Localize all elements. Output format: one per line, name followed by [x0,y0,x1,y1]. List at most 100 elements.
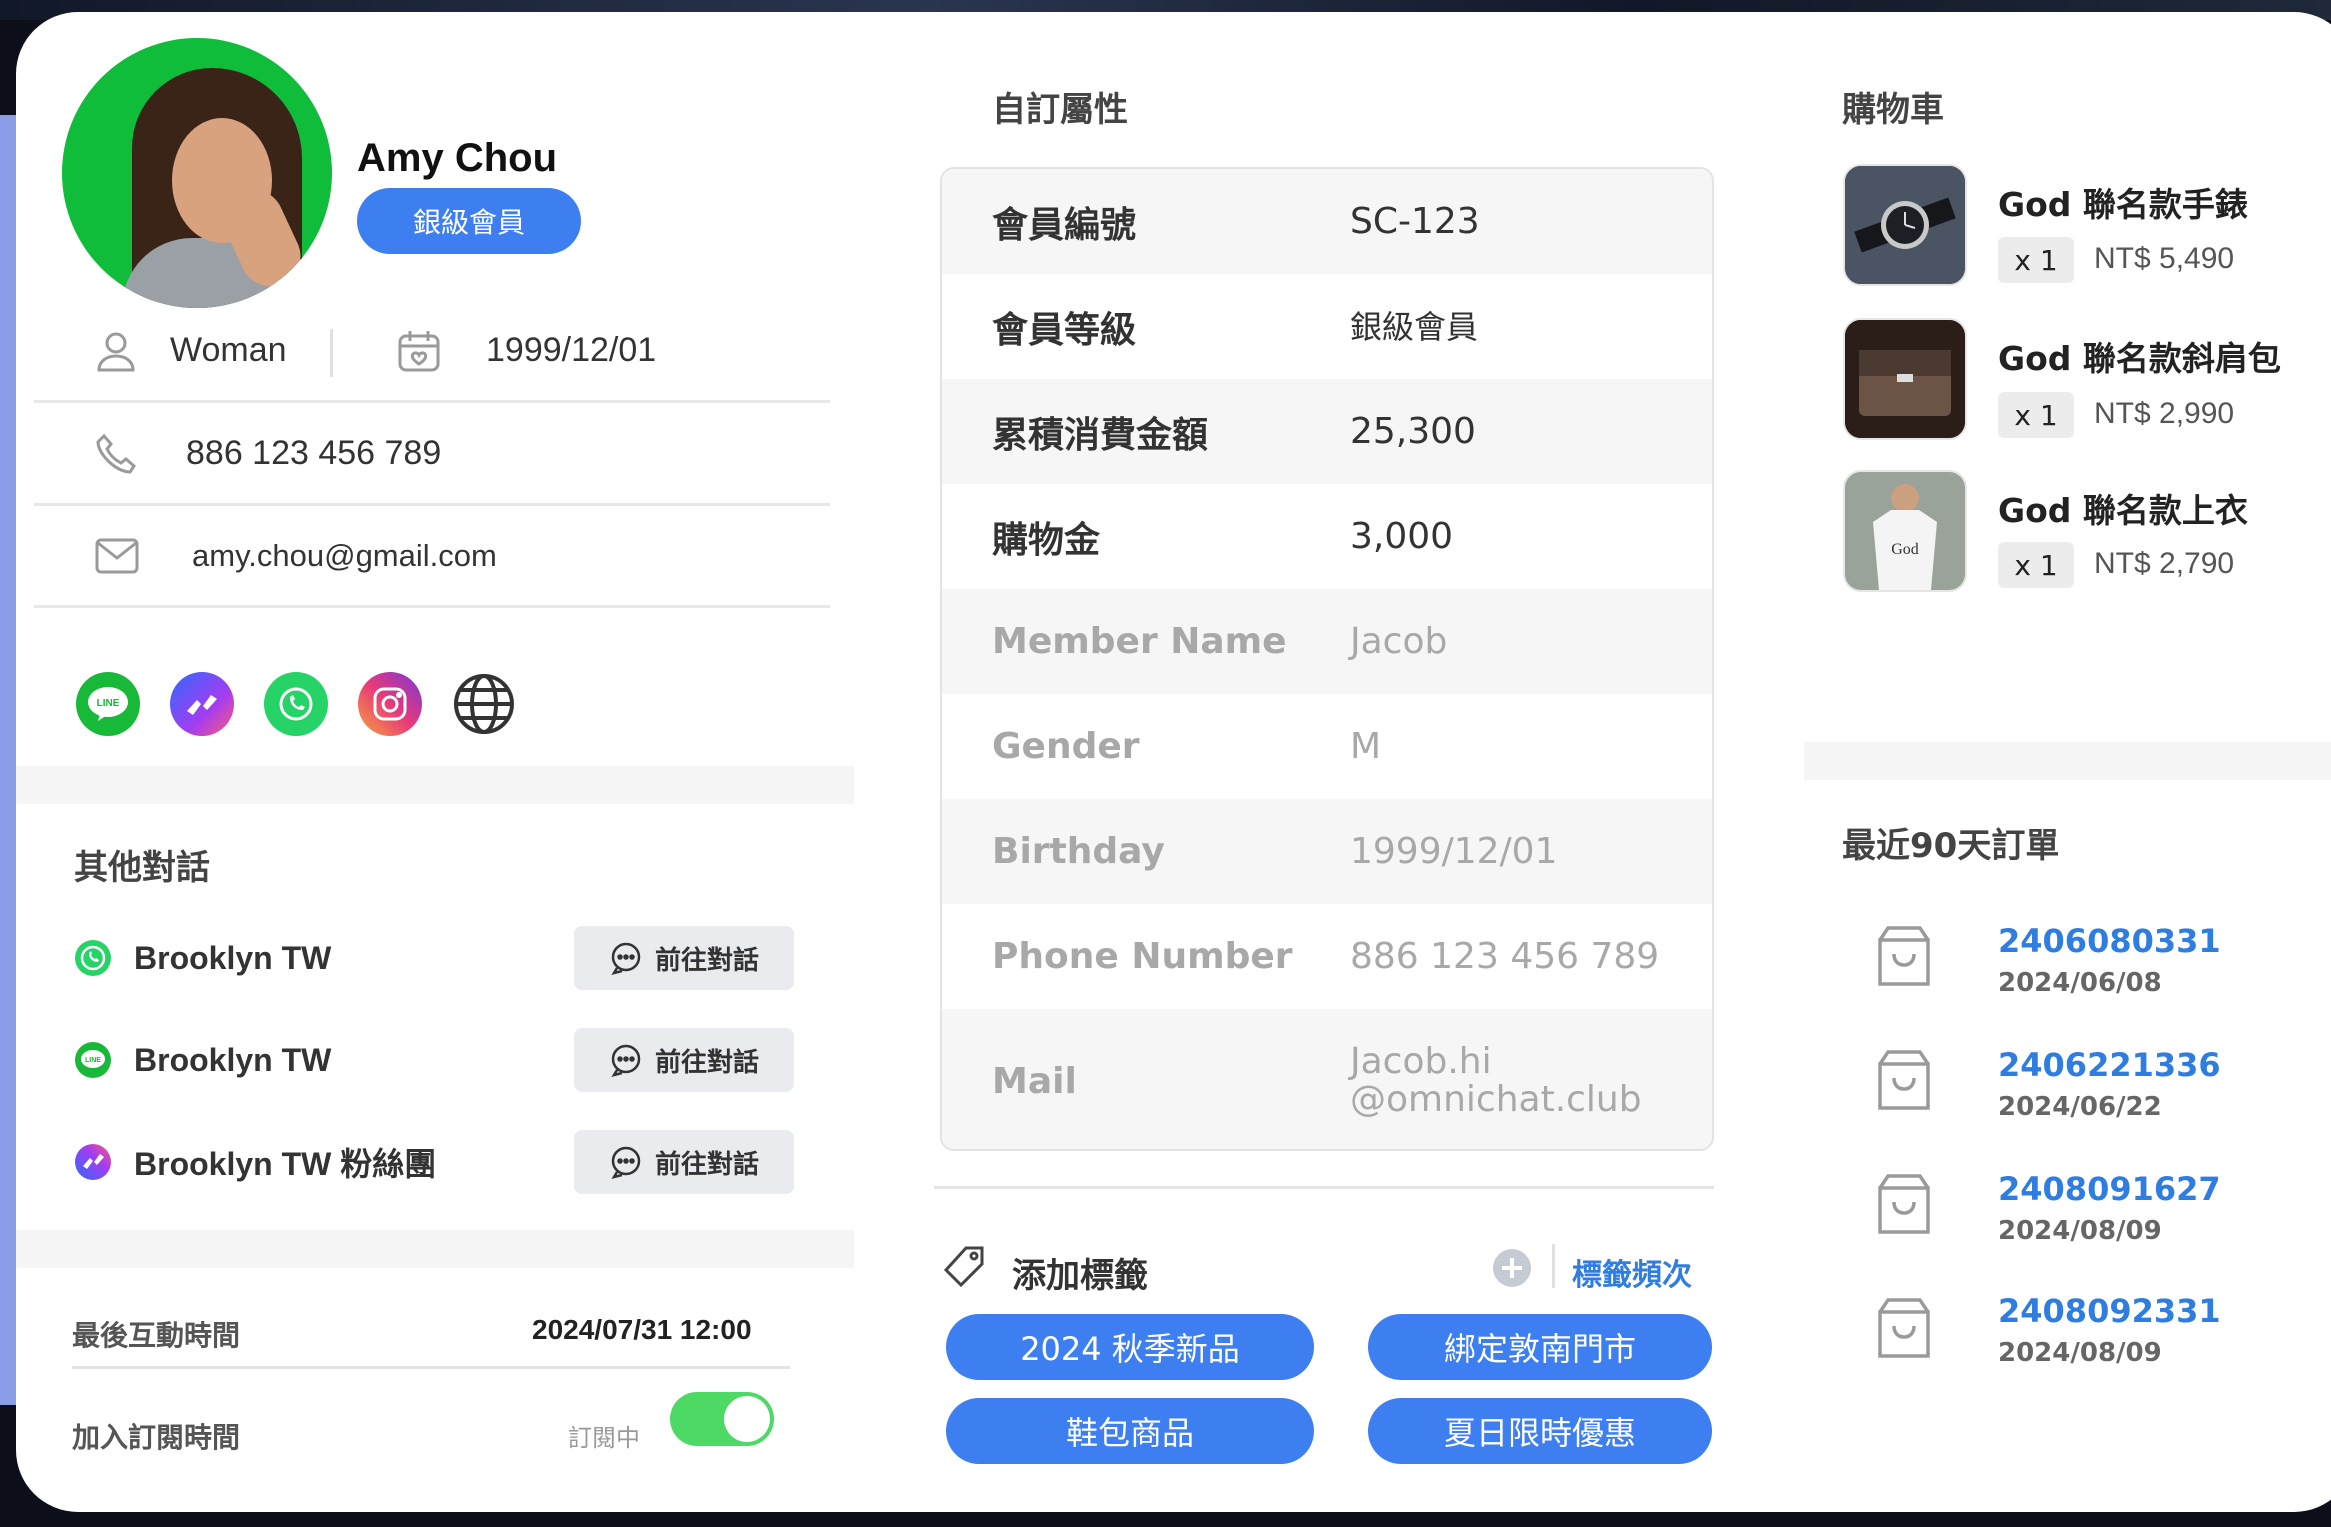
section-separator [1804,742,2331,780]
section-separator [16,1230,854,1268]
cart-item-name[interactable]: God 聯名款上衣 [1998,484,2248,532]
attr-value: 886 123 456 789 [1350,935,1660,977]
mail-icon [94,536,140,576]
gender-birthday-row: Woman 1999/12/01 [34,301,830,403]
order-id-link[interactable]: 2408092331 [1998,1292,2221,1330]
chat-icon [611,1044,641,1077]
phone-value[interactable]: 886 123 456 789 [186,434,441,473]
attr-row: 累積消費金額 25,300 [942,379,1712,484]
last-interaction-label: 最後互動時間 [72,1319,241,1352]
attr-row: 會員等級 銀級會員 [942,274,1712,379]
attr-value: 25,300 [1350,410,1476,452]
shopping-bag-icon [1874,924,1934,990]
go-to-conversation-label: 前往對話 [654,1149,759,1180]
go-to-conversation-label: 前往對話 [654,1047,759,1078]
user-icon [94,329,138,373]
subscribe-label: 加入訂閱時間 [72,1421,241,1454]
avatar[interactable] [62,38,332,308]
conversation-name: Brooklyn TW [134,939,332,976]
birthday-value: 1999/12/01 [486,331,657,369]
attr-value: SC-123 [1350,200,1480,242]
subscribe-toggle[interactable] [670,1392,774,1446]
go-to-conversation-label: 前往對話 [654,945,759,976]
attr-key: 會員編號 [992,204,1137,246]
attr-value: M [1350,725,1382,767]
attr-value: 銀級會員 [1350,307,1479,346]
recent-orders-title: 最近90天訂單 [1842,826,2060,866]
attr-row: 會員編號 SC-123 [942,169,1712,274]
cart-item-qty: x 1 [1998,542,2074,588]
go-to-conversation-button[interactable]: 前往對話 [574,1028,794,1092]
whatsapp-icon [74,939,112,977]
attr-row: 購物金 3,000 [942,484,1712,589]
product-image-watch[interactable] [1843,164,1967,286]
svg-text:LINE: LINE [85,1057,101,1064]
attr-key: Gender [992,726,1140,767]
product-image-bag[interactable] [1843,318,1967,440]
cart-item-name[interactable]: God 聯名款斜肩包 [1998,332,2281,380]
phone-icon [94,432,138,476]
attr-value: Jacob [1350,620,1448,662]
web-icon[interactable] [452,672,516,736]
cart-title: 購物車 [1842,90,1944,130]
shopping-bag-icon [1874,1048,1934,1114]
tag-pill[interactable]: 夏日限時優惠 [1368,1398,1712,1464]
gender-value: Woman [170,331,287,369]
line-icon: LINE [74,1041,112,1079]
tag-frequency-link[interactable]: 標籤頻次 [1572,1250,1692,1294]
cart-item-price: NT$ 2,990 [2094,397,2235,430]
other-conversations-title: 其他對話 [74,848,210,888]
customer-profile-card: Amy Chou 銀級會員 Woman 1999/12/01 886 123 4… [16,12,2331,1512]
messenger-icon[interactable] [170,672,234,736]
attr-value: Jacob.hi @omnichat.club [1350,1041,1642,1120]
section-separator [16,766,854,804]
attr-key: Phone Number [992,936,1293,977]
cart-item-name[interactable]: God 聯名款手錶 [1998,178,2248,226]
tag-pill[interactable]: 鞋包商品 [946,1398,1314,1464]
line-icon[interactable]: LINE [76,672,140,736]
conversation-row: LINE Brooklyn TW 前往對話 [74,1028,794,1092]
chat-icon [611,1146,641,1179]
order-date: 2024/08/09 [1998,1338,2162,1368]
tag-icon [942,1244,988,1290]
tag-pill[interactable]: 2024 秋季新品 [946,1314,1314,1380]
chat-icon [611,942,641,975]
conversation-row: Brooklyn TW 粉絲團 前往對話 [74,1130,794,1194]
attr-key: 購物金 [992,519,1101,561]
order-id-link[interactable]: 2406080331 [1998,922,2221,960]
order-date: 2024/06/22 [1998,1092,2162,1122]
last-interaction-value: 2024/07/31 12:00 [532,1314,752,1345]
instagram-icon[interactable] [358,672,422,736]
attr-key: Mail [992,1060,1077,1102]
email-value[interactable]: amy.chou@gmail.com [192,538,497,574]
cart-item-price: NT$ 2,790 [2094,547,2235,580]
conversation-name: Brooklyn TW [134,1041,332,1078]
calendar-icon [396,328,442,374]
attr-key: Member Name [992,621,1287,662]
attr-row: Mail Jacob.hi @omnichat.club [942,1009,1712,1149]
order-date: 2024/06/08 [1998,968,2162,998]
shopping-bag-icon [1874,1296,1934,1362]
custom-attributes-title: 自訂屬性 [992,90,1128,130]
order-id-link[interactable]: 2408091627 [1998,1170,2221,1208]
add-icon[interactable] [1492,1248,1532,1288]
attr-value: 3,000 [1350,515,1454,557]
go-to-conversation-button[interactable]: 前往對話 [574,1130,794,1194]
whatsapp-icon[interactable] [264,672,328,736]
attr-key: 會員等級 [992,309,1137,351]
order-date: 2024/08/09 [1998,1216,2162,1246]
attr-row: Member Name Jacob [942,589,1712,694]
go-to-conversation-button[interactable]: 前往對話 [574,926,794,990]
order-id-link[interactable]: 2406221336 [1998,1046,2221,1084]
tag-pill[interactable]: 綁定敦南門市 [1368,1314,1712,1380]
attr-row: Birthday 1999/12/01 [942,799,1712,904]
cart-item-price: NT$ 5,490 [2094,242,2235,275]
attr-key: 累積消費金額 [992,414,1209,456]
add-tag-title: 添加標籤 [1012,1256,1148,1296]
divider [934,1186,1714,1189]
conversation-row: Brooklyn TW 前往對話 [74,926,794,990]
product-image-shirt[interactable]: God [1843,470,1967,592]
divider [72,1366,790,1369]
cart-item-qty: x 1 [1998,392,2074,438]
attr-row: Gender M [942,694,1712,799]
